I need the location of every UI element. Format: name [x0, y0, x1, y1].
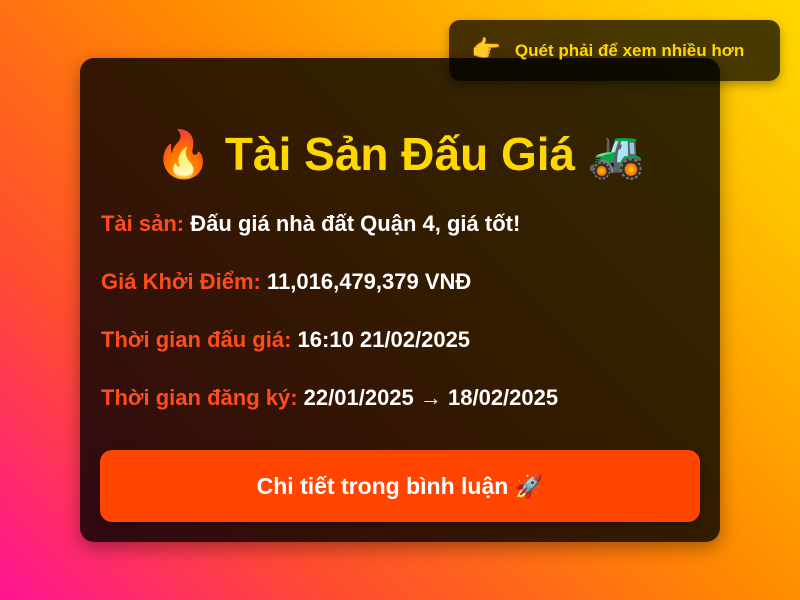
auction-time-row: Thời gian đấu giá: 16:10 21/02/2025: [101, 326, 470, 354]
card-title-text: Tài Sản Đấu Giá: [224, 128, 576, 180]
pointing-hand-icon: 👉: [471, 36, 501, 64]
asset-value: Đấu giá nhà đất Quận 4, giá tốt!: [190, 211, 521, 236]
auction-card: 🔥 Tài Sản Đấu Giá 🚜 Tài sản: Đấu giá nhà…: [80, 58, 720, 542]
fire-icon: 🔥: [154, 127, 213, 180]
registration-time-value: 22/01/2025 → 18/02/2025: [303, 385, 559, 410]
tractor-icon: 🚜: [587, 127, 646, 180]
card-title: 🔥 Tài Sản Đấu Giá 🚜: [80, 124, 720, 188]
rocket-icon: 🚀: [514, 472, 544, 499]
asset-row: Tài sản: Đấu giá nhà đất Quận 4, giá tốt…: [101, 210, 520, 238]
auction-time-label: Thời gian đấu giá:: [101, 327, 292, 352]
swipe-hint: 👉 Quét phải để xem nhiều hơn: [449, 20, 780, 81]
starting-price-value: 11,016,479,379 VNĐ: [267, 269, 472, 294]
registration-time-row: Thời gian đăng ký: 22/01/2025 → 18/02/20…: [101, 384, 558, 412]
asset-label: Tài sản:: [101, 211, 185, 236]
starting-price-label: Giá Khởi Điểm:: [101, 269, 261, 294]
details-button-label: Chi tiết trong bình luận: [256, 472, 509, 499]
details-in-comments-button[interactable]: Chi tiết trong bình luận 🚀: [100, 450, 700, 522]
swipe-hint-text: Quét phải để xem nhiều hơn: [514, 41, 745, 60]
starting-price-row: Giá Khởi Điểm: 11,016,479,379 VNĐ: [101, 268, 471, 296]
registration-time-label: Thời gian đăng ký:: [101, 385, 298, 410]
auction-time-value: 16:10 21/02/2025: [297, 327, 471, 352]
